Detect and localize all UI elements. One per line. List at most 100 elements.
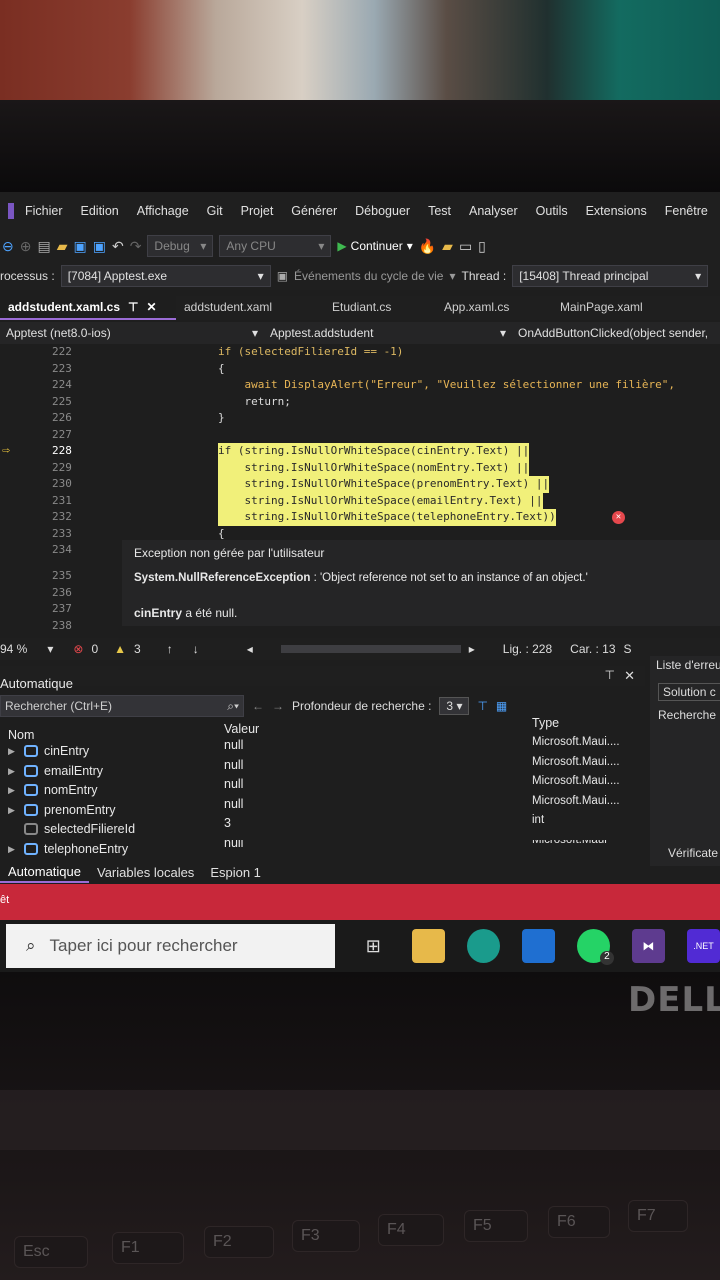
back-icon[interactable]: ⊖ (2, 238, 14, 255)
table-row[interactable]: selectedFiliereId 3 int (0, 814, 645, 840)
table-row[interactable]: ▶ telephoneEntry null Microsoft.Maui (0, 840, 645, 856)
dell-logo: DELL (628, 980, 720, 1020)
menu-generer[interactable]: Générer (282, 204, 346, 218)
continue-label: Continuer (350, 239, 403, 253)
task-view-icon[interactable]: ⊞ (357, 929, 390, 963)
tab-variables-locales[interactable]: Variables locales (89, 863, 202, 882)
line-indicator: Lig. : 228 (502, 642, 553, 656)
window-icon[interactable]: ▭ (459, 238, 472, 255)
redo-icon[interactable]: ↷ (130, 238, 142, 255)
save-icon[interactable]: ▣ (73, 238, 86, 255)
tab-espion-1[interactable]: Espion 1 (202, 863, 269, 882)
configuration-value: Debug (154, 239, 190, 253)
line-number: 236 (52, 586, 72, 599)
object-icon (24, 745, 38, 757)
menu-fenetre[interactable]: Fenêtre (656, 204, 717, 218)
visual-studio-icon[interactable]: ⧓ (631, 929, 665, 963)
thread-select[interactable]: [15408] Thread principal ▾ (512, 265, 709, 287)
key-f4: F4 (378, 1214, 444, 1246)
lifecycle-events-button[interactable]: Événements du cycle de vie (294, 269, 443, 283)
taskbar-search-input[interactable]: ⌕ Taper ici pour rechercher (6, 924, 335, 968)
zoom-level[interactable]: 94 % (0, 642, 27, 656)
class-select[interactable]: Apptest.addstudent ▾ (264, 326, 512, 340)
outlook-icon[interactable] (521, 929, 555, 963)
scroll-left-icon[interactable]: ◂ (247, 642, 253, 656)
warning-count[interactable]: 3 (134, 642, 141, 656)
save-all-icon[interactable]: ▣ (93, 238, 106, 255)
back-arrow-icon[interactable]: ← (252, 699, 264, 713)
depth-select[interactable]: 3 ▾ (439, 697, 470, 715)
expand-icon[interactable]: ▶ (8, 766, 15, 777)
tab-app-xaml-cs[interactable]: App.xaml.cs (436, 296, 552, 320)
pin-icon[interactable]: ⊤ (477, 699, 487, 713)
variable-type: Microsoft.Maui.... (532, 775, 620, 787)
hot-reload-icon[interactable]: 🔥 (419, 238, 436, 255)
tab-etudiant-cs[interactable]: Etudiant.cs (324, 296, 436, 320)
pin-icon[interactable]: ⊤ (128, 300, 138, 314)
variable-name: telephoneEntry (44, 841, 129, 856)
menu-projet[interactable]: Projet (232, 204, 283, 218)
error-count[interactable]: 0 (91, 642, 98, 656)
menu-analyser[interactable]: Analyser (460, 204, 527, 218)
arrow-up-icon[interactable]: ↑ (167, 642, 173, 656)
table-row[interactable]: ▶ prenomEntry null Microsoft.Maui.... (0, 795, 645, 821)
forward-arrow-icon[interactable]: → (272, 699, 284, 713)
undo-icon[interactable]: ↶ (112, 238, 124, 255)
depth-value: 3 (446, 699, 454, 713)
scroll-right-icon[interactable]: ▸ (469, 642, 475, 656)
exception-icon[interactable]: ✕ (612, 511, 625, 524)
menu-deboguer[interactable]: Déboguer (346, 204, 419, 218)
menu-fichier[interactable]: Fichier (16, 204, 72, 218)
menu-affichage[interactable]: Affichage (128, 204, 198, 218)
solution-filter[interactable]: Solution c (658, 683, 720, 701)
exception-detail: cinEntry a été null. (134, 606, 237, 620)
edge-icon[interactable] (466, 929, 500, 963)
arrow-down-icon[interactable]: ↓ (193, 642, 199, 656)
configuration-select[interactable]: Debug ▾ (147, 235, 214, 257)
method-select[interactable]: OnAddButtonClicked(object sender, (512, 326, 720, 340)
publish-icon[interactable]: ▰ (442, 238, 453, 255)
expand-icon[interactable]: ▶ (8, 785, 15, 796)
platform-select[interactable]: Any CPU ▾ (219, 235, 332, 257)
column-header-name[interactable]: Nom (8, 728, 34, 742)
tab-addstudent-xaml[interactable]: addstudent.xaml (176, 296, 324, 320)
forward-icon[interactable]: ⊕ (20, 238, 32, 255)
expand-icon[interactable]: ▶ (8, 844, 15, 855)
document-icon[interactable]: ▯ (478, 238, 486, 255)
autos-search-input[interactable]: Rechercher (Ctrl+E) ⌕▾ (0, 695, 244, 717)
new-project-icon[interactable]: ▤ (37, 238, 50, 255)
verify-tab[interactable]: Vérificate (668, 846, 718, 860)
pin-icon[interactable]: ⊤ (605, 668, 615, 682)
whatsapp-badge: 2 (599, 951, 614, 965)
dotnet-icon[interactable]: .NET (686, 929, 720, 963)
close-icon[interactable]: ✕ (146, 300, 156, 314)
column-header-type[interactable]: Type (532, 716, 559, 730)
chevron-down-icon[interactable]: ▾ (47, 642, 53, 656)
whatsapp-icon[interactable]: 2 (576, 929, 614, 965)
open-folder-icon[interactable]: ▰ (57, 238, 68, 255)
error-list-search[interactable]: Recherche (658, 708, 716, 722)
horizontal-scrollbar[interactable] (280, 645, 461, 653)
visualizer-icon[interactable]: ▦ (496, 699, 507, 713)
file-explorer-icon[interactable] (411, 929, 445, 963)
tab-mainpage-xaml[interactable]: MainPage.xaml (552, 296, 692, 320)
tab-automatique[interactable]: Automatique (0, 862, 89, 883)
column-header-value[interactable]: Valeur (224, 722, 259, 736)
menu-extensions[interactable]: Extensions (577, 204, 656, 218)
menu-git[interactable]: Git (198, 204, 232, 218)
document-tabs: addstudent.xaml.cs ⊤ ✕ addstudent.xaml E… (0, 296, 720, 320)
menu-edition[interactable]: Edition (72, 204, 128, 218)
tab-addstudent-xaml-cs[interactable]: addstudent.xaml.cs ⊤ ✕ (0, 296, 176, 320)
menu-outils[interactable]: Outils (527, 204, 577, 218)
expand-icon[interactable]: ▶ (8, 746, 15, 757)
project-select[interactable]: Apptest (net8.0-ios) ▾ (0, 326, 264, 340)
menu-test[interactable]: Test (419, 204, 460, 218)
close-icon[interactable]: ✕ (624, 668, 635, 684)
variable-type: Microsoft.Maui.... (532, 794, 620, 807)
process-select[interactable]: [7084] Apptest.exe ▾ (60, 265, 271, 287)
monitor-bezel-top (0, 100, 720, 192)
exception-variable: cinEntry (134, 606, 183, 620)
expand-icon[interactable]: ▶ (8, 805, 15, 816)
exception-text: : 'Object reference not set to an instan… (310, 572, 588, 584)
continue-button[interactable]: ▶ Continuer ▾ (337, 239, 412, 253)
